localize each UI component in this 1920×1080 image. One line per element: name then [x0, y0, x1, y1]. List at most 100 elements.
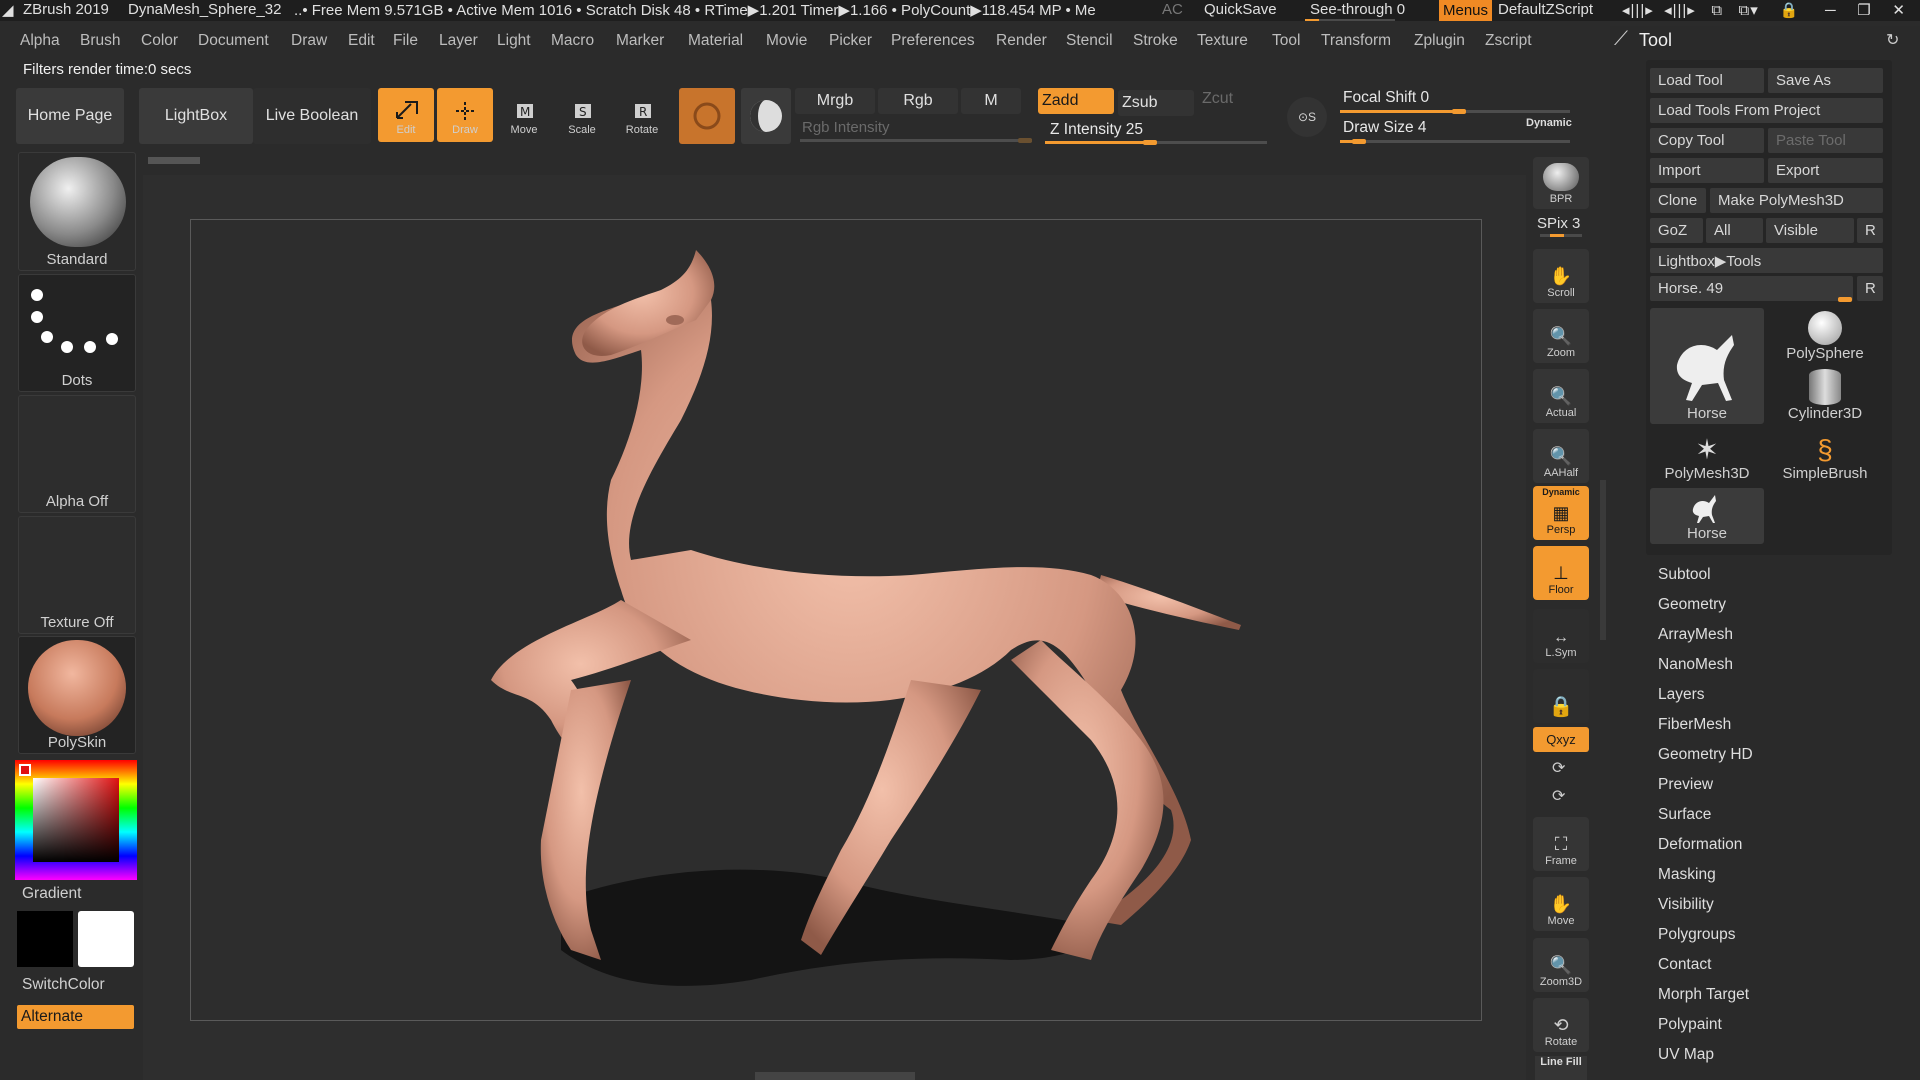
section-polygroups[interactable]: Polygroups [1658, 926, 1736, 944]
menu-edit[interactable]: Edit [348, 32, 375, 50]
viewport-bottom-handle[interactable] [755, 1072, 915, 1080]
goz-button[interactable]: GoZ [1650, 218, 1703, 243]
alpha-slot[interactable]: Alpha Off [18, 395, 136, 513]
zsub-button[interactable]: Zsub [1118, 90, 1194, 116]
stroke-slot[interactable]: Dots [18, 274, 136, 392]
viewport-scrollbar[interactable] [148, 157, 200, 164]
frame-button[interactable]: ⛶ Frame [1533, 817, 1589, 871]
move-mode-button[interactable]: M Move [496, 88, 552, 142]
lightbox-button[interactable]: LightBox [139, 88, 253, 144]
current-tool-r-button[interactable]: R [1857, 276, 1883, 301]
zadd-button[interactable]: Zadd [1038, 88, 1114, 114]
canvas-frame[interactable] [190, 219, 1482, 1021]
layout-icons[interactable]: ◂|||▸ ◂|||▸ ⧉ ⧉▾ 🔒 ─ ❐ ✕ [1622, 1, 1906, 19]
zoom-button[interactable]: 🔍 Zoom [1533, 309, 1589, 363]
focal-shift-label[interactable]: Focal Shift 0 [1343, 89, 1429, 107]
load-tools-from-project-button[interactable]: Load Tools From Project [1650, 98, 1883, 123]
menu-layer[interactable]: Layer [439, 32, 478, 50]
menu-macro[interactable]: Macro [551, 32, 594, 50]
menu-transform[interactable]: Transform [1321, 32, 1391, 50]
menu-preferences[interactable]: Preferences [891, 32, 975, 50]
section-visibility[interactable]: Visibility [1658, 896, 1714, 914]
menu-file[interactable]: File [393, 32, 418, 50]
draw-size-slider[interactable] [1340, 139, 1570, 144]
goz-all-button[interactable]: All [1706, 218, 1763, 243]
export-button[interactable]: Export [1768, 158, 1883, 183]
texture-slot[interactable]: Texture Off [18, 516, 136, 634]
secondary-color-swatch[interactable] [78, 911, 134, 967]
section-contact[interactable]: Contact [1658, 956, 1711, 974]
switchcolor-button[interactable]: SwitchColor [22, 976, 105, 994]
material-sphere-button[interactable] [741, 88, 791, 144]
section-nanomesh[interactable]: NanoMesh [1658, 656, 1733, 674]
menu-stroke[interactable]: Stroke [1133, 32, 1178, 50]
tool-pin-icon[interactable]: ⟋ [1614, 28, 1628, 51]
menu-alpha[interactable]: Alpha [20, 32, 60, 50]
see-through-slider[interactable]: See-through 0 [1310, 1, 1405, 18]
z-rotation-icon[interactable]: ⟳ [1552, 786, 1565, 806]
menu-material[interactable]: Material [688, 32, 743, 50]
edit-mode-button[interactable]: Edit [378, 88, 434, 142]
goz-r-button[interactable]: R [1857, 218, 1883, 243]
default-zscript-button[interactable]: DefaultZScript [1498, 1, 1593, 18]
menu-zplugin[interactable]: Zplugin [1414, 32, 1465, 50]
section-polypaint[interactable]: Polypaint [1658, 1016, 1722, 1034]
paste-tool-button[interactable]: Paste Tool [1768, 128, 1883, 153]
tool-thumb-horse[interactable]: Horse [1650, 308, 1764, 424]
sculptris-pro-button[interactable] [679, 88, 735, 144]
tool-thumb-horse-2[interactable]: Horse [1650, 488, 1764, 544]
rotate-view-button[interactable]: ⟲ Rotate [1533, 998, 1589, 1052]
brush-slot[interactable]: Standard [18, 152, 136, 271]
menu-draw[interactable]: Draw [291, 32, 327, 50]
section-preview[interactable]: Preview [1658, 776, 1713, 794]
tool-thumb-simplebrush[interactable]: § SimpleBrush [1768, 428, 1882, 484]
rgb-intensity-slider[interactable] [800, 138, 1032, 143]
import-button[interactable]: Import [1650, 158, 1764, 183]
load-tool-button[interactable]: Load Tool [1650, 68, 1764, 93]
draw-mode-button[interactable]: Draw [437, 88, 493, 142]
menu-document[interactable]: Document [198, 32, 269, 50]
menu-render[interactable]: Render [996, 32, 1047, 50]
bpr-button[interactable]: BPR [1533, 157, 1589, 209]
home-page-button[interactable]: Home Page [16, 88, 124, 144]
current-tool-slider-knob[interactable] [1838, 297, 1852, 302]
scale-mode-button[interactable]: S Scale [554, 88, 610, 142]
lightbox-tools-button[interactable]: Lightbox▶Tools [1650, 248, 1883, 273]
main-color-swatch[interactable] [17, 911, 73, 967]
menus-toggle[interactable]: Menus [1439, 0, 1493, 21]
section-surface[interactable]: Surface [1658, 806, 1711, 824]
menu-color[interactable]: Color [141, 32, 178, 50]
section-layers[interactable]: Layers [1658, 686, 1705, 704]
z-intensity-slider[interactable] [1045, 140, 1267, 145]
tool-thumb-polysphere[interactable]: PolySphere [1768, 308, 1882, 364]
aahalf-button[interactable]: 🔍 AAHalf [1533, 429, 1589, 483]
section-uv-map[interactable]: UV Map [1658, 1046, 1714, 1064]
move-view-button[interactable]: ✋ Move [1533, 877, 1589, 931]
z-intensity-label[interactable]: Z Intensity 25 [1050, 121, 1143, 139]
menu-zscript[interactable]: Zscript [1485, 32, 1532, 50]
floor-button[interactable]: ⊥ Floor [1533, 546, 1589, 600]
menu-movie[interactable]: Movie [766, 32, 807, 50]
copy-tool-button[interactable]: Copy Tool [1650, 128, 1764, 153]
spix-slider[interactable]: SPix 3 [1537, 215, 1580, 232]
section-masking[interactable]: Masking [1658, 866, 1716, 884]
menu-marker[interactable]: Marker [616, 32, 664, 50]
clone-button[interactable]: Clone [1650, 188, 1706, 213]
horse-model[interactable] [191, 220, 1483, 1022]
color-picker[interactable] [15, 760, 137, 880]
material-slot[interactable]: PolySkin [18, 636, 136, 754]
y-rotation-icon[interactable]: ⟳ [1552, 758, 1565, 778]
tool-thumb-cylinder3d[interactable]: Cylinder3D [1768, 368, 1882, 424]
section-deformation[interactable]: Deformation [1658, 836, 1742, 854]
scroll-button[interactable]: ✋ Scroll [1533, 249, 1589, 303]
make-polymesh3d-button[interactable]: Make PolyMesh3D [1710, 188, 1883, 213]
menu-light[interactable]: Light [497, 32, 531, 50]
section-morph-target[interactable]: Morph Target [1658, 986, 1749, 1004]
rgb-intensity-label[interactable]: Rgb Intensity [802, 119, 890, 136]
quicksave-button[interactable]: QuickSave [1204, 1, 1277, 18]
section-fibermesh[interactable]: FiberMesh [1658, 716, 1731, 734]
section-geometry-hd[interactable]: Geometry HD [1658, 746, 1753, 764]
menu-brush[interactable]: Brush [80, 32, 121, 50]
zoom3d-button[interactable]: 🔍 Zoom3D [1533, 938, 1589, 992]
menu-stencil[interactable]: Stencil [1066, 32, 1113, 50]
